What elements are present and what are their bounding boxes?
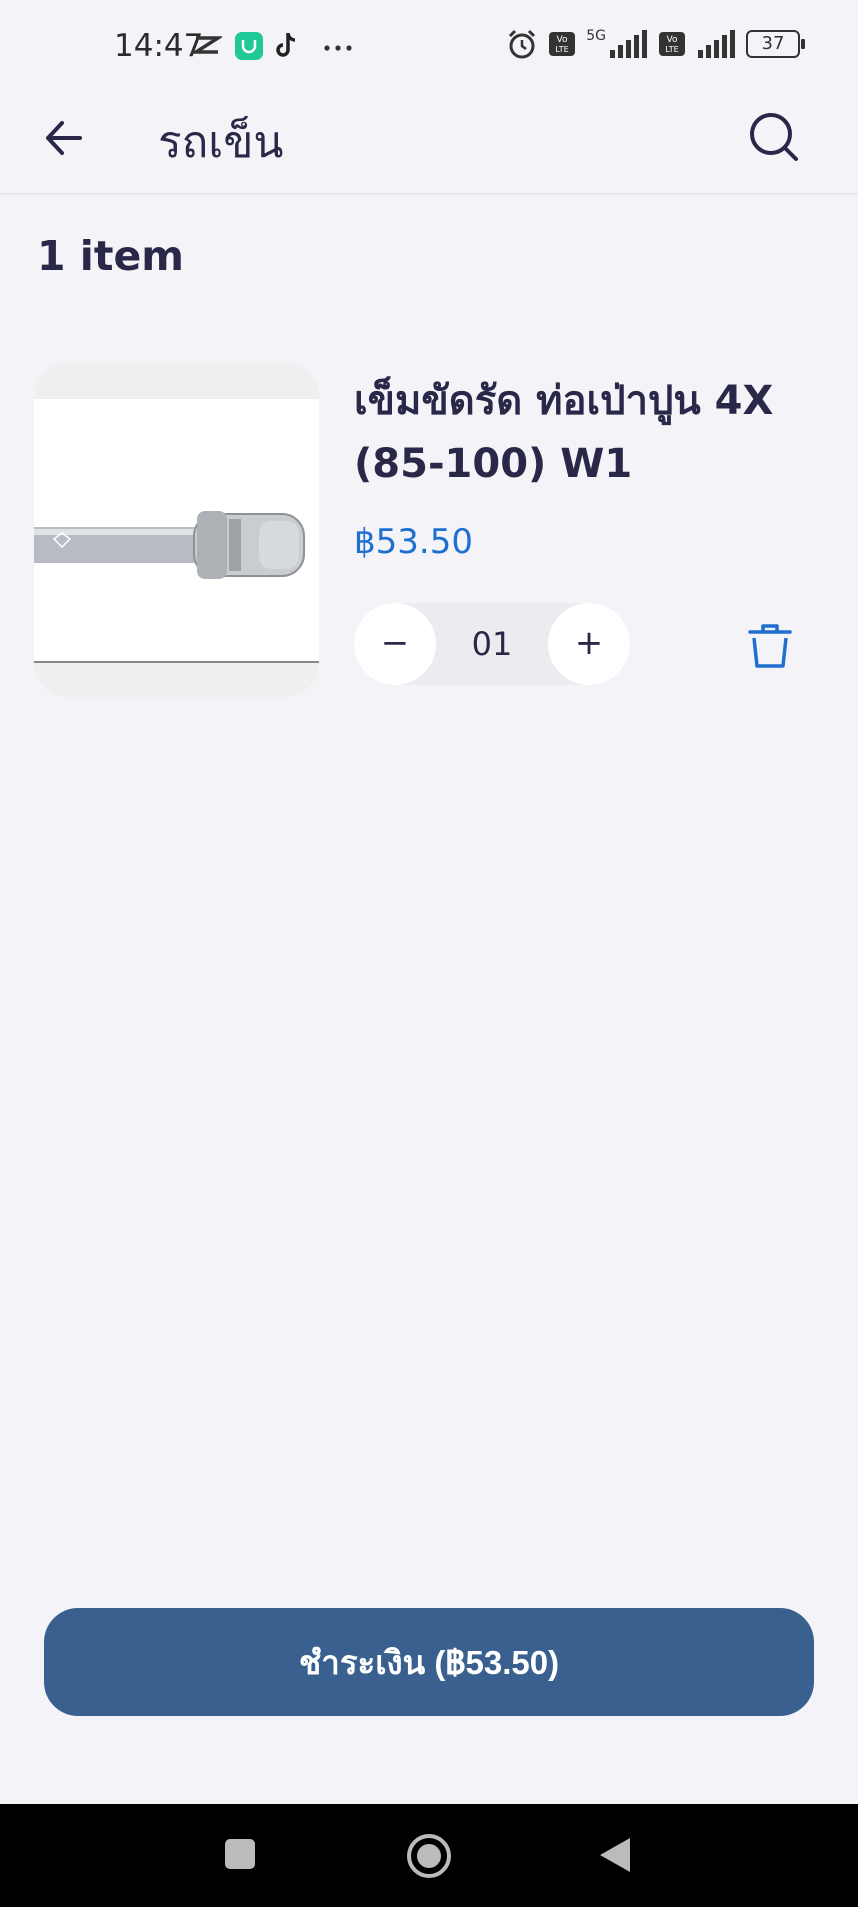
page-title: รถเข็น <box>158 117 284 168</box>
home-icon[interactable] <box>405 1832 453 1880</box>
product-image-frame <box>34 399 319 663</box>
status-time: 14:47 <box>114 28 204 64</box>
tiktok-icon <box>276 32 296 57</box>
volte-icon: Vo LTE <box>549 32 576 56</box>
svg-text:LTE: LTE <box>556 45 569 54</box>
signal-strength-icon <box>610 30 647 58</box>
capcut-icon <box>192 36 222 54</box>
decrement-button[interactable]: − <box>354 603 436 685</box>
back-nav-icon[interactable] <box>598 1836 632 1874</box>
cart-item-count: 1 item <box>37 232 184 280</box>
product-name[interactable]: เข็มขัดรัด ท่อเป่าปูน 4X (85-100) W1 <box>354 370 834 496</box>
trash-icon[interactable] <box>744 620 796 672</box>
status-indicators: Vo LTE 5G Vo LTE 37 <box>506 28 805 60</box>
svg-text:Vo: Vo <box>667 35 678 45</box>
increment-button[interactable]: + <box>548 603 630 685</box>
recent-apps-icon[interactable] <box>224 1838 256 1870</box>
quantity-stepper: − 01 + <box>354 603 630 685</box>
signal-strength-icon-2 <box>698 30 735 58</box>
svg-text:LTE: LTE <box>665 45 678 54</box>
svg-text:Vo: Vo <box>557 35 568 45</box>
product-price: ฿53.50 <box>354 522 473 562</box>
checkout-button[interactable]: ชำระเงิน (฿53.50) <box>44 1608 814 1716</box>
system-nav-bar <box>0 1804 858 1907</box>
more-dots-icon <box>324 45 352 51</box>
search-icon[interactable] <box>746 109 802 165</box>
status-bar: 14:47 Vo LTE 5G Vo LTE 37 <box>0 0 858 95</box>
arrow-left-icon[interactable] <box>40 113 90 163</box>
product-image[interactable] <box>34 363 319 697</box>
network-type-label: 5G <box>586 28 606 44</box>
alarm-icon <box>509 29 536 59</box>
battery-indicator: 37 <box>746 30 805 58</box>
app-icon <box>235 32 263 60</box>
quantity-value: 01 <box>471 625 513 663</box>
hose-clamp-image <box>34 511 305 579</box>
app-bar: รถเข็น <box>0 95 858 195</box>
volte-icon-2: Vo LTE <box>659 32 685 56</box>
